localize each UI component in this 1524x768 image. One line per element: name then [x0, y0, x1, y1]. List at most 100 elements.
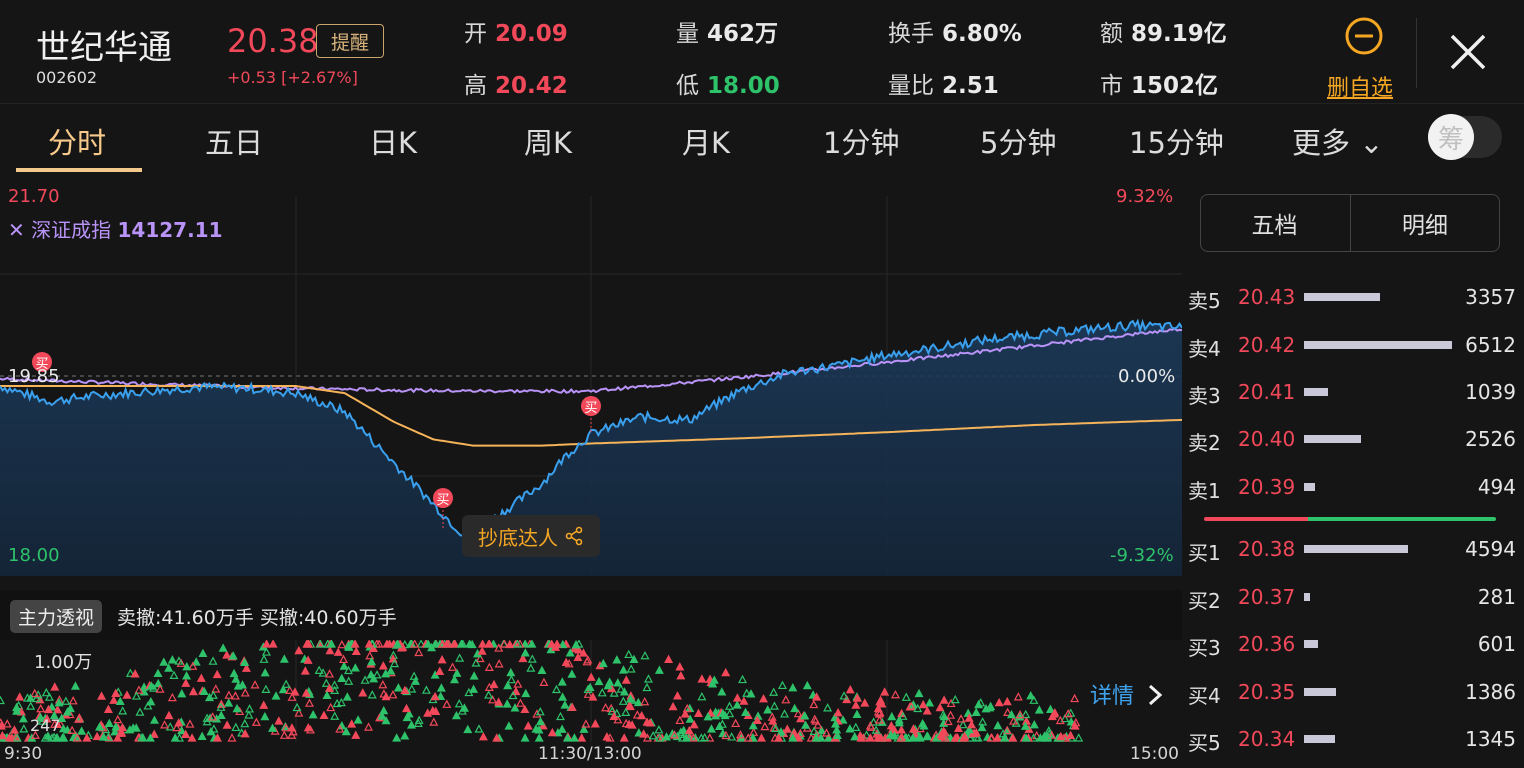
tab-trade-detail[interactable]: 明细	[1350, 194, 1499, 252]
order-flow-marker	[626, 664, 636, 673]
chevron-right-icon	[1149, 684, 1163, 706]
sell-row-1[interactable]: 卖1 20.39 494	[1186, 473, 1516, 503]
order-flow-marker	[260, 668, 270, 677]
overlay-index[interactable]: ✕ 深证成指 14127.11	[8, 214, 223, 243]
order-flow-marker	[551, 684, 561, 694]
order-flow-marker	[319, 710, 329, 719]
order-flow-marker	[526, 663, 536, 672]
order-flow-marker	[448, 662, 458, 671]
sell-row-2[interactable]: 卖2 20.40 2526	[1186, 425, 1516, 455]
order-flow-marker	[732, 693, 742, 702]
order-flow-marker	[557, 677, 567, 686]
order-flow-marker	[229, 668, 239, 678]
order-flow-marker	[672, 691, 682, 700]
order-flow-marker	[488, 695, 498, 704]
remove-favorite-button[interactable]: 删自选	[1327, 70, 1393, 102]
order-flow-marker	[613, 678, 623, 687]
order-flow-marker	[1002, 696, 1012, 706]
order-flow-marker	[971, 707, 981, 716]
order-flow-marker	[577, 733, 587, 742]
tab-more[interactable]: 更多 ⌄	[1292, 120, 1384, 162]
volume-axis-top: 1.00万	[34, 652, 93, 673]
buy-row-1[interactable]: 买1 20.38 4594	[1186, 535, 1516, 565]
volume-bar	[1304, 735, 1335, 743]
buy-row-5[interactable]: 买5 20.34 1345	[1186, 725, 1516, 755]
order-flow-marker	[502, 699, 512, 708]
tab-1min[interactable]: 1分钟	[823, 120, 899, 162]
order-flow-marker	[104, 718, 114, 727]
buy-row-2[interactable]: 买2 20.37 281	[1186, 583, 1516, 613]
remove-favorite-icon[interactable]	[1344, 16, 1384, 56]
order-flow-marker	[111, 688, 121, 698]
order-flow-marker	[181, 678, 191, 687]
order-flow-marker	[769, 687, 779, 696]
order-flow-marker	[640, 650, 650, 660]
order-flow-marker	[963, 708, 973, 717]
order-flow-marker	[1074, 733, 1084, 742]
price-axis-bottom: 18.00	[8, 545, 60, 566]
bottom-picker-button[interactable]: 抄底达人	[462, 515, 600, 557]
buy-marker[interactable]: 买	[433, 488, 453, 508]
main-force-tag[interactable]: 主力透视	[10, 600, 103, 633]
order-flow-marker	[227, 733, 237, 742]
order-flow-marker	[567, 669, 577, 678]
detail-link[interactable]: 详情	[1090, 678, 1163, 710]
sell-row-5[interactable]: 卖5 20.43 3357	[1186, 283, 1516, 313]
order-flow-marker	[244, 710, 254, 719]
volume-bar	[1304, 545, 1408, 553]
share-icon	[565, 526, 583, 546]
tab-5min[interactable]: 5分钟	[980, 120, 1056, 162]
order-flow-marker	[379, 705, 389, 715]
order-flow-marker	[731, 718, 741, 728]
order-flow-marker	[364, 722, 374, 731]
buy-sell-ratio-green	[1308, 517, 1496, 521]
order-flow-marker	[489, 679, 499, 689]
order-flow-marker	[36, 703, 46, 713]
close-icon[interactable]	[1446, 30, 1490, 74]
order-flow-marker	[890, 689, 900, 699]
order-flow-marker	[922, 706, 932, 715]
tab-15min[interactable]: 15分钟	[1129, 120, 1224, 162]
order-flow-marker	[1034, 705, 1044, 714]
order-flow-marker	[504, 721, 514, 730]
order-flow-marker	[494, 659, 504, 668]
buy-row-4[interactable]: 买4 20.35 1386	[1186, 678, 1516, 708]
sell-row-3[interactable]: 卖3 20.41 1039	[1186, 378, 1516, 408]
order-flow-marker	[160, 720, 170, 729]
buy-marker[interactable]: 买	[581, 396, 601, 416]
order-flow-marker	[724, 701, 735, 710]
sell-row-4[interactable]: 卖4 20.42 6512	[1186, 331, 1516, 361]
order-flow-marker	[115, 696, 125, 705]
order-flow-marker	[409, 671, 419, 680]
tab-week-k[interactable]: 周K	[524, 120, 572, 162]
tab-intraday[interactable]: 分时	[48, 120, 106, 162]
order-flow-marker	[406, 720, 417, 729]
chip-toggle-knob[interactable]: 筹	[1428, 114, 1474, 160]
order-flow-marker	[520, 704, 530, 714]
order-flow-marker	[347, 719, 357, 728]
pct-axis-mid: 0.00%	[1118, 366, 1176, 387]
order-flow-marker	[386, 666, 396, 675]
buy-row-3[interactable]: 买3 20.36 601	[1186, 630, 1516, 660]
tab-day-k[interactable]: 日K	[369, 120, 417, 162]
period-tabs: 分时 五日 日K 周K 月K 1分钟 5分钟 15分钟 更多 ⌄	[0, 104, 1420, 174]
order-flow-marker	[26, 701, 36, 710]
order-flow-marker	[15, 692, 25, 701]
tab-five-level[interactable]: 五档	[1200, 194, 1349, 252]
tab-month-k[interactable]: 月K	[682, 120, 730, 162]
order-flow-marker	[759, 694, 769, 703]
alert-button[interactable]: 提醒	[316, 24, 384, 58]
remove-overlay-icon[interactable]: ✕	[8, 218, 25, 242]
pct-axis-bottom: -9.32%	[1110, 545, 1174, 566]
order-flow-marker	[790, 703, 800, 713]
order-flow-marker	[185, 719, 195, 728]
order-flow-marker	[330, 711, 340, 720]
tab-five-day[interactable]: 五日	[205, 120, 263, 162]
order-flow-marker	[469, 684, 479, 693]
order-flow-marker	[925, 698, 935, 707]
order-flow-marker	[421, 685, 431, 694]
order-flow-marker	[523, 721, 533, 730]
order-flow-marker	[216, 710, 226, 720]
order-flow-marker	[956, 714, 966, 723]
price-axis-top: 21.70	[8, 186, 60, 207]
